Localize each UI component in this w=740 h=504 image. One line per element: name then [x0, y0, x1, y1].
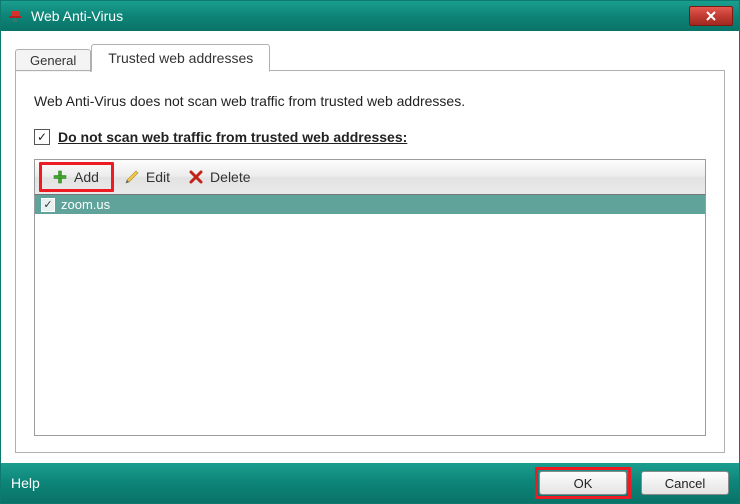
pencil-icon: [124, 169, 140, 185]
add-button-label: Add: [74, 169, 99, 185]
add-button[interactable]: Add: [44, 166, 107, 188]
window-title: Web Anti-Virus: [31, 8, 689, 24]
delete-button-label: Delete: [210, 169, 250, 185]
footer-bar: Help OK Cancel: [1, 463, 739, 503]
cancel-button[interactable]: Cancel: [641, 471, 729, 495]
tab-panel: Web Anti-Virus does not scan web traffic…: [15, 71, 725, 453]
do-not-scan-checkbox[interactable]: ✓: [34, 129, 50, 145]
add-button-highlight: Add: [39, 162, 114, 192]
edit-button[interactable]: Edit: [116, 166, 178, 188]
list-item-checkbox[interactable]: ✓: [41, 198, 55, 212]
tab-general[interactable]: General: [15, 49, 91, 72]
scan-option-row: ✓ Do not scan web traffic from trusted w…: [34, 129, 706, 145]
list-item[interactable]: ✓ zoom.us: [35, 195, 705, 214]
plus-icon: [52, 169, 68, 185]
list-item-label: zoom.us: [61, 197, 110, 212]
ok-button[interactable]: OK: [539, 471, 627, 495]
panel-description: Web Anti-Virus does not scan web traffic…: [34, 93, 706, 109]
web-anti-virus-window: Web Anti-Virus General Trusted web addre…: [0, 0, 740, 504]
do-not-scan-label: Do not scan web traffic from trusted web…: [58, 129, 407, 145]
kaspersky-icon: [7, 8, 23, 24]
tab-strip: General Trusted web addresses: [15, 43, 725, 71]
title-bar: Web Anti-Virus: [1, 1, 739, 31]
help-link[interactable]: Help: [11, 475, 40, 491]
delete-button[interactable]: Delete: [180, 166, 258, 188]
ok-button-highlight: OK: [535, 467, 631, 499]
tab-trusted-web-addresses[interactable]: Trusted web addresses: [91, 44, 270, 72]
content-area: General Trusted web addresses Web Anti-V…: [1, 31, 739, 463]
close-button[interactable]: [689, 6, 733, 26]
x-icon: [188, 169, 204, 185]
trusted-addresses-list[interactable]: ✓ zoom.us: [34, 195, 706, 436]
edit-button-label: Edit: [146, 169, 170, 185]
trusted-list-container: Add Edit: [34, 159, 706, 436]
list-toolbar: Add Edit: [34, 159, 706, 195]
